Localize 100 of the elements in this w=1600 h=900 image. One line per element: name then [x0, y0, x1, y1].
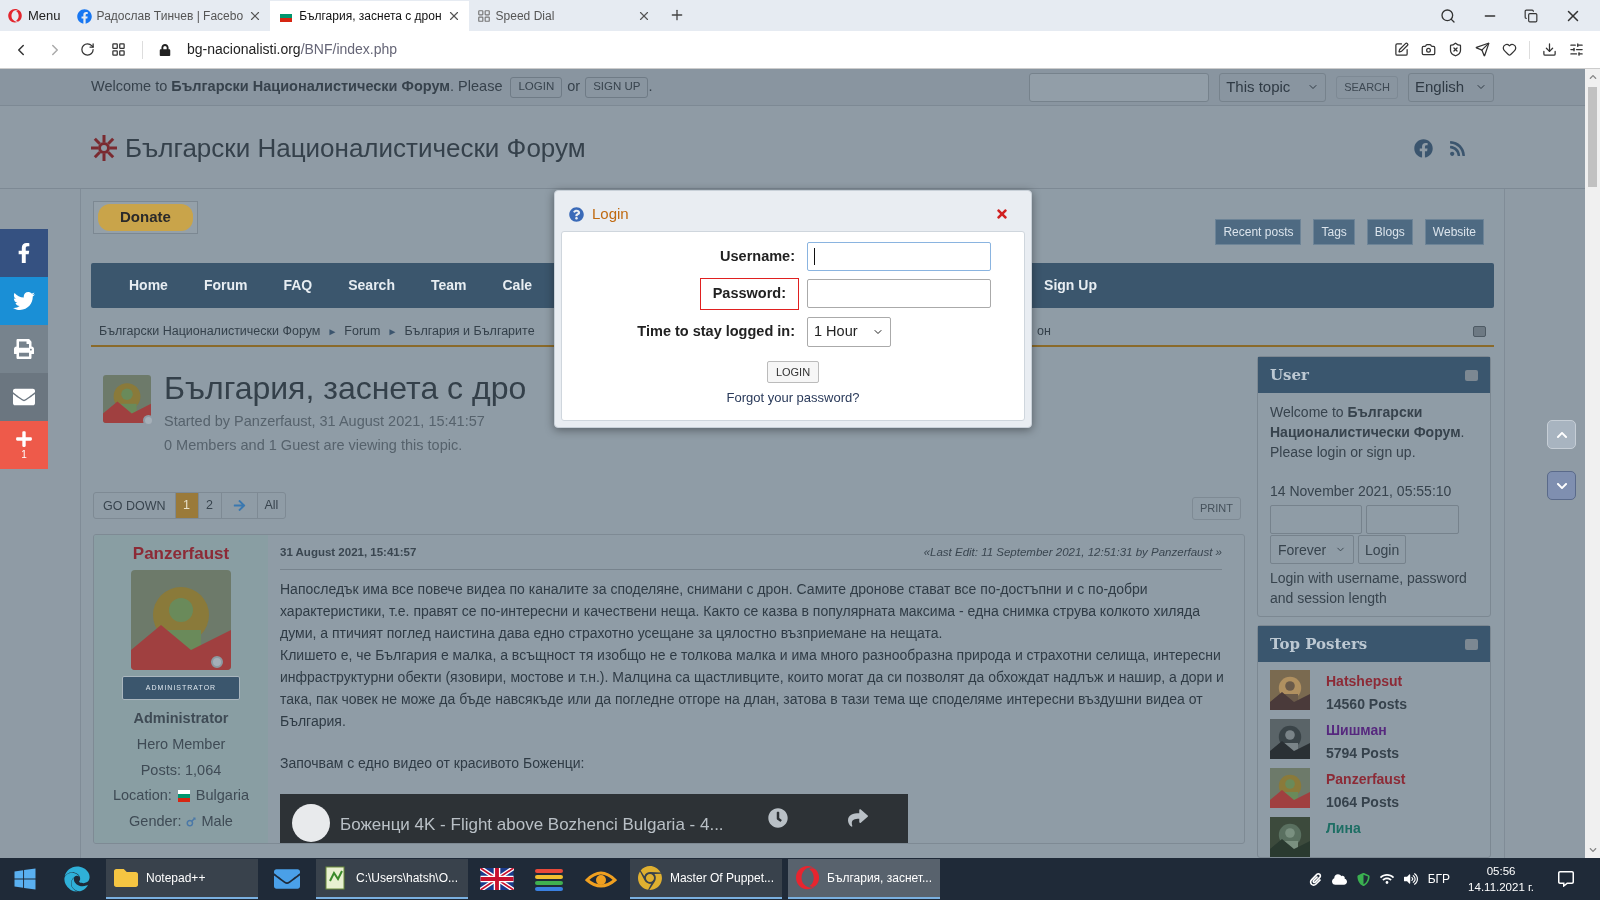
share-button[interactable] — [0, 373, 48, 421]
login-button[interactable]: LOGIN — [510, 76, 563, 98]
share-button[interactable] — [0, 229, 48, 277]
poster-name[interactable]: Hatshepsut — [1326, 670, 1407, 693]
close-icon[interactable] — [995, 207, 1009, 221]
send-icon[interactable] — [1475, 42, 1490, 57]
username-field[interactable] — [1270, 505, 1362, 534]
author-name[interactable]: Panzerfaust — [132, 540, 230, 566]
all-pages-button[interactable]: All — [257, 492, 286, 518]
shield-icon[interactable] — [1448, 42, 1463, 57]
nav-link[interactable]: Home — [129, 275, 168, 296]
post-count: 14560 Posts — [1326, 695, 1407, 714]
facebook-icon[interactable] — [1414, 138, 1433, 158]
notepad-icon — [324, 865, 348, 891]
taskbar-button[interactable]: C:\Users\hatsh\O... — [316, 859, 468, 899]
reload-icon[interactable] — [80, 42, 95, 57]
mail-icon — [13, 386, 35, 408]
share-button[interactable] — [0, 277, 48, 325]
edge-icon — [64, 866, 90, 892]
cloud-icon[interactable] — [1331, 871, 1347, 887]
video-player[interactable]: Боженци 4K - Flight above Bozhenci Bulgaria - 4... — [280, 793, 908, 843]
separator-icon: ► — [327, 323, 338, 339]
username-field[interactable] — [807, 242, 991, 271]
opera-icon — [796, 865, 820, 891]
breadcrumb-link[interactable]: Forum — [344, 321, 381, 341]
menu-button[interactable]: Menu — [0, 0, 69, 31]
share-button[interactable]: 1 — [0, 421, 48, 469]
login-button[interactable]: LOGIN — [766, 360, 820, 383]
gender-text: Male — [201, 812, 233, 831]
opera-icon — [8, 8, 22, 23]
shield-icon[interactable] — [1356, 872, 1370, 886]
network-icon[interactable] — [1379, 872, 1394, 886]
channel-logo — [292, 803, 330, 842]
share-button[interactable] — [0, 325, 48, 373]
video-title: Боженци 4K - Flight above Bozhenci Bulgaria - 4... — [340, 813, 724, 836]
language-select[interactable]: English — [1408, 72, 1494, 102]
clock[interactable]: 05:56 14.11.2021 г. — [1460, 863, 1542, 895]
quick-link-button[interactable]: Blogs — [1366, 219, 1413, 245]
scroll-down-button[interactable] — [1547, 471, 1576, 500]
post-paragraph: Напоследък има все повече видеа по каналите за споделяне, снимани с дрон. Самите дронове стават все по-достъпни и с по-добри характеристики, т.е. правят се по-интересни и качествени неща. Както се казва в популярната максима - една снимка струва колкото хиляда думи, а птичият поглед наистина дава едно страхотно усещане за цялостно възприемане на нещата. — [280, 579, 1201, 643]
signup-button[interactable]: SIGN UP — [585, 76, 649, 98]
stack-icon — [533, 866, 565, 892]
nav-link[interactable]: Forum — [203, 275, 248, 296]
taskbar-button[interactable]: Master Of Puppet... — [630, 859, 782, 899]
poster-name[interactable]: Panzerfaust — [1326, 768, 1406, 791]
go-down-button[interactable]: GO DOWN — [94, 492, 176, 518]
tabs-icon[interactable] — [111, 42, 126, 57]
post-date: 31 August 2021, 15:41:57 — [280, 544, 417, 560]
browser-tab[interactable]: България, заснета с дрон — [270, 1, 469, 31]
scope-select[interactable]: This topic — [1219, 72, 1327, 102]
notification-icon[interactable] — [1558, 871, 1574, 887]
breadcrumb-link[interactable]: Български Националистически Форум — [99, 321, 321, 341]
duration-select[interactable]: 1 Hour — [807, 316, 891, 347]
edit-icon[interactable] — [1394, 42, 1409, 57]
address-field[interactable]: bg-nacionalisti.org/BNF/index.php — [187, 39, 1378, 60]
nav-link[interactable]: Search — [348, 275, 395, 296]
forgot-password-link[interactable]: Forgot your password? — [726, 387, 860, 408]
quick-link-button[interactable]: Tags — [1313, 219, 1355, 245]
post-count: 5794 Posts — [1326, 744, 1400, 763]
member-group: Administrator — [133, 708, 229, 730]
session-select[interactable]: Forever — [1270, 535, 1354, 564]
post-paragraph: Започвам с едно видео от красивото Боженци: — [280, 753, 586, 773]
browser-tab[interactable]: Speed Dial — [468, 1, 659, 31]
nav-link[interactable]: Cale — [502, 275, 533, 296]
password-field[interactable] — [807, 279, 991, 309]
quick-link-button[interactable]: Website — [1424, 219, 1484, 245]
password-field[interactable] — [1366, 505, 1459, 534]
language-indicator[interactable]: БГР — [1427, 870, 1451, 888]
search-button[interactable]: SEARCH — [1336, 75, 1398, 99]
browser-tab[interactable]: Радослав Тинчев | Facebo — [68, 1, 271, 31]
camera-icon[interactable] — [1421, 42, 1436, 57]
download-icon[interactable] — [1542, 42, 1557, 57]
nav-link[interactable]: Team — [430, 275, 467, 296]
page-button[interactable]: 1 — [175, 492, 199, 518]
nav-link[interactable]: FAQ — [283, 275, 313, 296]
breadcrumb-link[interactable]: България и Българите — [404, 321, 535, 341]
search-icon[interactable] — [1440, 7, 1456, 24]
volume-icon[interactable] — [1403, 872, 1418, 886]
scrollbar-thumb[interactable] — [1588, 87, 1597, 187]
collapse-button[interactable] — [1473, 325, 1486, 337]
restore-icon[interactable] — [1524, 8, 1538, 23]
taskbar-button[interactable]: Notepad++ — [106, 859, 258, 899]
rss-icon[interactable] — [1449, 139, 1466, 157]
viewing-text: 0 Members and 1 Guest are viewing this topic. — [164, 435, 464, 455]
print-button[interactable]: PRINT — [1192, 496, 1241, 520]
clock-icon — [768, 807, 788, 828]
page-button[interactable]: 2 — [198, 492, 222, 518]
donate-button[interactable]: Donate — [93, 201, 198, 234]
search-field[interactable] — [1029, 72, 1210, 102]
poster-name[interactable]: Шишман — [1326, 719, 1400, 742]
heart-icon[interactable] — [1502, 42, 1517, 57]
settings-icon[interactable] — [1569, 42, 1584, 57]
quick-link-button[interactable]: Recent posts — [1215, 219, 1302, 245]
share-icon — [848, 807, 868, 828]
plus-icon — [15, 430, 33, 448]
password-label: Password: — [699, 278, 799, 310]
nav-link[interactable]: Sign Up — [1044, 275, 1097, 296]
taskbar-button[interactable]: България, заснет... — [788, 859, 940, 899]
paperclip-icon[interactable] — [1308, 872, 1322, 886]
login-button[interactable]: Login — [1358, 535, 1407, 564]
